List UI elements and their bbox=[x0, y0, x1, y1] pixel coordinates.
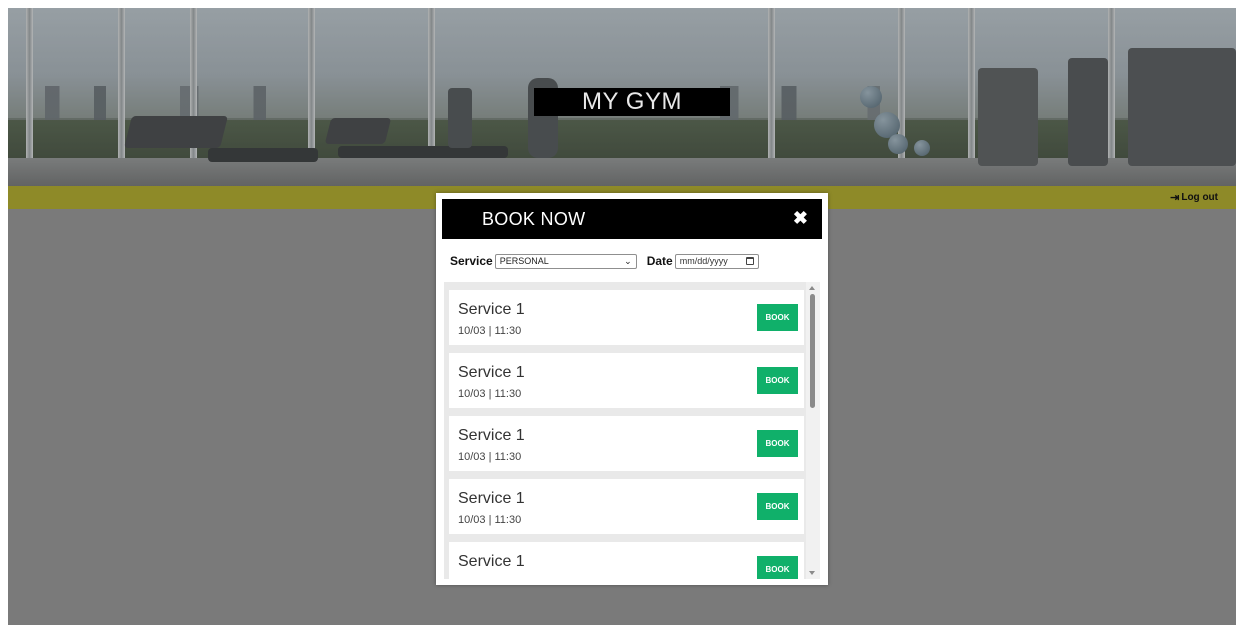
date-input-placeholder: mm/dd/yyyy bbox=[679, 256, 728, 266]
service-card: Service 1 10/03 | 11:30 BOOK bbox=[449, 353, 804, 408]
book-button[interactable]: BOOK bbox=[757, 430, 798, 457]
date-input[interactable]: mm/dd/yyyy bbox=[674, 253, 759, 269]
logout-link[interactable]: ⇥ Log out bbox=[1170, 191, 1218, 204]
service-card: Service 1 BOOK bbox=[449, 542, 804, 579]
list-scrollbar[interactable] bbox=[806, 282, 820, 579]
service-time: 10/03 | 11:30 bbox=[458, 451, 522, 463]
booking-modal: BOOK NOW ✖ Service PERSONAL ⌄ Date mm/dd… bbox=[436, 193, 828, 585]
service-name: Service 1 bbox=[458, 364, 525, 381]
service-label: Service bbox=[450, 254, 493, 268]
service-time: 10/03 | 11:30 bbox=[458, 514, 522, 526]
page-frame: MY GYM ⇥ Log out BOOK NOW ✖ Service PERS… bbox=[8, 8, 1236, 625]
sign-out-icon: ⇥ bbox=[1170, 192, 1180, 204]
service-select-value: PERSONAL bbox=[499, 256, 549, 266]
service-select[interactable]: PERSONAL ⌄ bbox=[494, 253, 637, 269]
logout-label: Log out bbox=[1181, 192, 1218, 203]
service-list: Service 1 10/03 | 11:30 BOOK Service 1 1… bbox=[444, 282, 820, 579]
book-button[interactable]: BOOK bbox=[757, 367, 798, 394]
service-name: Service 1 bbox=[458, 490, 525, 507]
chevron-down-icon: ⌄ bbox=[624, 255, 632, 266]
service-name: Service 1 bbox=[458, 553, 525, 570]
book-button[interactable]: BOOK bbox=[757, 556, 798, 579]
service-time: 10/03 | 11:30 bbox=[458, 388, 522, 400]
service-card: Service 1 10/03 | 11:30 BOOK bbox=[449, 290, 804, 345]
service-name: Service 1 bbox=[458, 301, 525, 318]
close-icon[interactable]: ✖ bbox=[793, 208, 808, 229]
book-button[interactable]: BOOK bbox=[757, 493, 798, 520]
calendar-icon[interactable] bbox=[745, 257, 754, 265]
service-time: 10/03 | 11:30 bbox=[458, 325, 522, 337]
service-card: Service 1 10/03 | 11:30 BOOK bbox=[449, 479, 804, 534]
site-title: MY GYM bbox=[534, 88, 730, 116]
scrollbar-thumb[interactable] bbox=[810, 294, 815, 408]
book-button[interactable]: BOOK bbox=[757, 304, 798, 331]
scroll-down-arrow-icon[interactable] bbox=[809, 571, 815, 575]
service-card: Service 1 10/03 | 11:30 BOOK bbox=[449, 416, 804, 471]
modal-title: BOOK NOW bbox=[482, 209, 586, 229]
date-label: Date bbox=[646, 254, 673, 268]
scroll-up-arrow-icon[interactable] bbox=[809, 286, 815, 290]
service-name: Service 1 bbox=[458, 427, 525, 444]
booking-filters: Service PERSONAL ⌄ Date mm/dd/yyyy bbox=[450, 252, 759, 270]
modal-header: BOOK NOW ✖ bbox=[442, 199, 822, 239]
